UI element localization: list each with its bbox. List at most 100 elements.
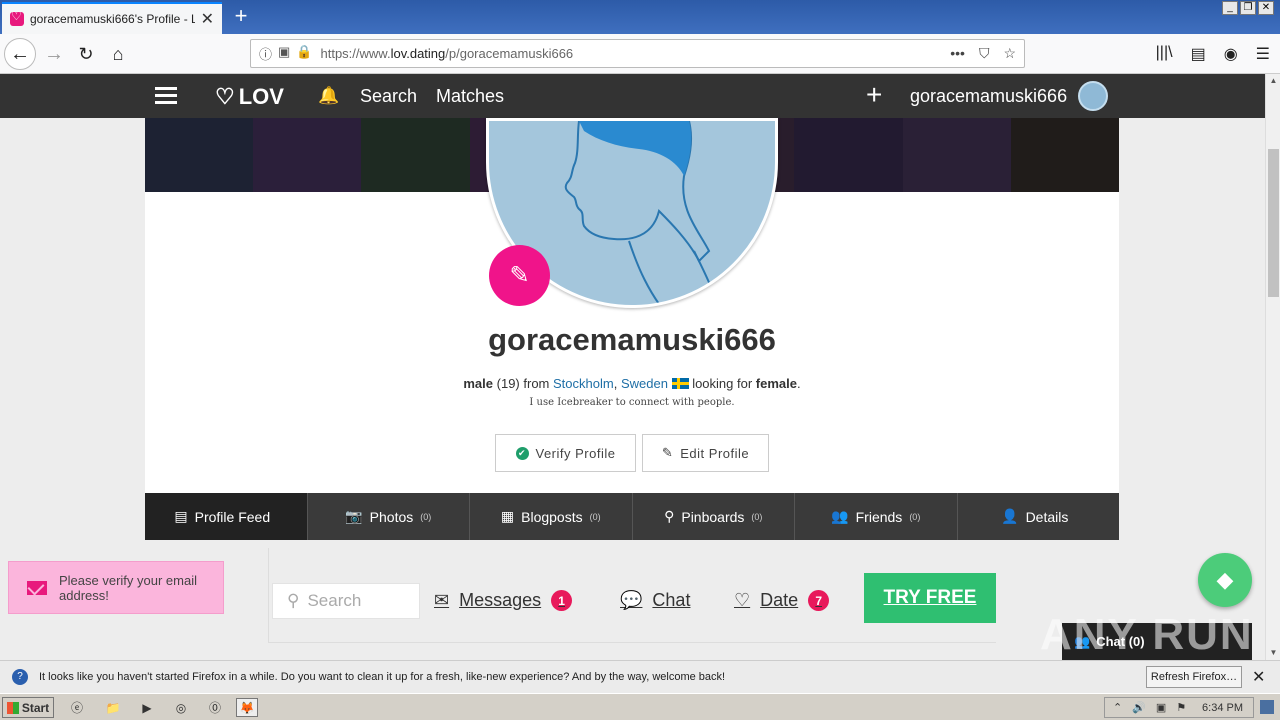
- new-tab-button[interactable]: +: [228, 3, 254, 29]
- premium-gem-button[interactable]: ◆: [1198, 553, 1252, 607]
- bell-icon[interactable]: 🔔: [318, 86, 339, 106]
- profile-city-link[interactable]: Stockholm: [553, 376, 614, 391]
- tab-photos[interactable]: 📷 Photos (0): [308, 493, 470, 540]
- user-icon: 👤: [1001, 508, 1019, 524]
- looking-for-text: looking for: [692, 376, 753, 391]
- pocket-icon[interactable]: ⛉: [979, 45, 990, 62]
- bottom-search-input[interactable]: ⚲ Search: [272, 583, 420, 619]
- restore-button[interactable]: ❐: [1240, 1, 1256, 15]
- cover-strip: [902, 118, 1011, 192]
- verify-profile-button[interactable]: ✔ Verify Profile: [495, 434, 636, 472]
- scrollbar-thumb[interactable]: [1268, 149, 1279, 297]
- url-bar[interactable]: ⓘ ▣ 🔒 https://www.lov.dating/p/goracemam…: [250, 39, 1025, 68]
- scroll-down-arrow-icon[interactable]: ▼: [1266, 646, 1280, 660]
- friends-icon: 👥: [831, 508, 849, 524]
- refresh-firefox-button[interactable]: Refresh Firefox…: [1146, 666, 1242, 688]
- info-icon[interactable]: ⓘ: [259, 44, 272, 63]
- messages-label: Messages: [459, 590, 542, 610]
- chat-bubble-icon: 💬: [620, 590, 643, 610]
- envelope-icon: ✉: [434, 590, 450, 610]
- clock[interactable]: 6:34 PM: [1202, 702, 1243, 714]
- system-tray: ⌃ 🔊 ▣ ⚑ 6:34 PM: [1104, 697, 1254, 718]
- account-icon[interactable]: ◉: [1224, 44, 1238, 64]
- volume-icon[interactable]: 🔊: [1132, 701, 1146, 714]
- profile-country-link[interactable]: Sweden: [621, 376, 668, 391]
- home-button[interactable]: ⌂: [102, 38, 134, 70]
- ie-icon[interactable]: ⓔ: [66, 698, 88, 717]
- divider: [268, 548, 269, 643]
- tab-profile-feed[interactable]: ▤ Profile Feed: [145, 493, 308, 540]
- search-placeholder: Search: [307, 591, 362, 610]
- profile-name: goracemamuski666: [488, 322, 776, 357]
- browser-tab[interactable]: goracemamuski666's Profile - Lov ✕: [2, 2, 222, 34]
- lov-logo[interactable]: ♡ LOV: [215, 84, 284, 110]
- sidebar-icon[interactable]: ▤: [1191, 44, 1206, 64]
- browser-tab-bar: goracemamuski666's Profile - Lov ✕ + _ ❐…: [0, 0, 1280, 34]
- profile-tagline: I use Icebreaker to connect with people.: [529, 397, 735, 408]
- lov-favicon-icon: [10, 9, 24, 26]
- firefox-taskbar-icon[interactable]: 🦊: [236, 698, 258, 717]
- profile-meta: male (19) from Stockholm, Sweden looking…: [463, 376, 801, 391]
- edit-profile-button[interactable]: ✎ Edit Profile: [642, 434, 769, 472]
- header-avatar[interactable]: [1078, 81, 1108, 111]
- verify-email-text: Please verify your email address!: [59, 572, 197, 603]
- profile-looking-for: female: [755, 376, 797, 391]
- chat-link[interactable]: 💬 Chat: [620, 590, 690, 611]
- info-icon: ?: [12, 669, 28, 685]
- date-link[interactable]: ♡ Date 7: [734, 590, 830, 611]
- cover-strip: [361, 118, 470, 192]
- header-search-link[interactable]: Search: [360, 86, 417, 107]
- chrome-icon[interactable]: ◎: [170, 698, 192, 717]
- header-matches-link[interactable]: Matches: [436, 86, 504, 107]
- permissions-icon[interactable]: ▣: [278, 44, 290, 63]
- lock-icon[interactable]: 🔒: [296, 44, 312, 63]
- verify-email-toast[interactable]: Please verify your email address!: [8, 561, 224, 614]
- tab-pinboards[interactable]: ⚲ Pinboards (0): [633, 493, 795, 540]
- tray-expand-icon[interactable]: ⌃: [1113, 701, 1122, 714]
- menu-icon[interactable]: ☰: [1256, 44, 1270, 64]
- cover-strip: [253, 118, 362, 192]
- page-actions-icon[interactable]: •••: [950, 45, 965, 62]
- flag-icon[interactable]: ⚑: [1176, 701, 1186, 714]
- forward-button[interactable]: →: [38, 38, 70, 70]
- folder-icon[interactable]: 📁: [102, 698, 124, 717]
- edit-profile-label: Edit Profile: [680, 445, 750, 461]
- back-button[interactable]: ←: [4, 38, 36, 70]
- pin-icon: ⚲: [664, 508, 675, 524]
- hamburger-menu-icon[interactable]: [155, 87, 177, 105]
- network-icon[interactable]: ▣: [1156, 701, 1166, 714]
- site-header: ♡ LOV 🔔 Search Matches + goracemamuski666: [0, 74, 1265, 118]
- plus-icon[interactable]: +: [866, 79, 882, 111]
- profile-gender: male: [463, 376, 494, 391]
- cover-strip: [794, 118, 903, 192]
- close-window-button[interactable]: ✕: [1258, 1, 1274, 15]
- scroll-up-arrow-icon[interactable]: ▲: [1266, 74, 1280, 88]
- firefox-notification-bar: ? It looks like you haven't started Fire…: [0, 660, 1280, 693]
- tab-details[interactable]: 👤 Details: [958, 493, 1120, 540]
- site-info-icons[interactable]: ⓘ ▣ 🔒: [259, 44, 313, 63]
- messages-link[interactable]: ✉ Messages 1: [434, 590, 573, 611]
- minimize-button[interactable]: _: [1222, 1, 1238, 15]
- media-player-icon[interactable]: ▶: [136, 698, 158, 717]
- start-button[interactable]: Start: [2, 697, 54, 718]
- close-notification-icon[interactable]: ✕: [1252, 667, 1265, 687]
- divider: [268, 642, 996, 643]
- tab-friends[interactable]: 👥 Friends (0): [795, 493, 958, 540]
- profile-tabs: ▤ Profile Feed 📷 Photos (0) ▦ Blogposts (0) ⚲…: [145, 493, 1119, 540]
- bookmark-star-icon[interactable]: ☆: [1003, 45, 1016, 62]
- show-desktop-icon[interactable]: [1260, 700, 1274, 714]
- anyrun-watermark: ANY RUN: [1040, 610, 1254, 659]
- tab-blogposts[interactable]: ▦ Blogposts (0): [470, 493, 633, 540]
- library-icon[interactable]: |||\: [1156, 44, 1173, 64]
- edit-avatar-button[interactable]: ✎: [489, 245, 550, 306]
- opera-icon[interactable]: ⓪: [204, 698, 226, 717]
- header-username[interactable]: goracemamuski666: [910, 86, 1067, 107]
- check-circle-icon: ✔: [515, 446, 529, 460]
- from-word: from: [523, 376, 550, 391]
- try-free-button[interactable]: TRY FREE: [864, 573, 996, 623]
- page-scrollbar[interactable]: ▲ ▼: [1265, 74, 1280, 660]
- url-text[interactable]: https://www.lov.dating/p/goracemamuski66…: [321, 46, 951, 61]
- windows-taskbar: Start ⓔ 📁 ▶ ◎ ⓪ 🦊 ⌃ 🔊 ▣ ⚑ 6:34 PM: [0, 693, 1280, 720]
- tab-close-icon[interactable]: ✕: [201, 9, 214, 29]
- reload-button[interactable]: ↻: [70, 38, 102, 70]
